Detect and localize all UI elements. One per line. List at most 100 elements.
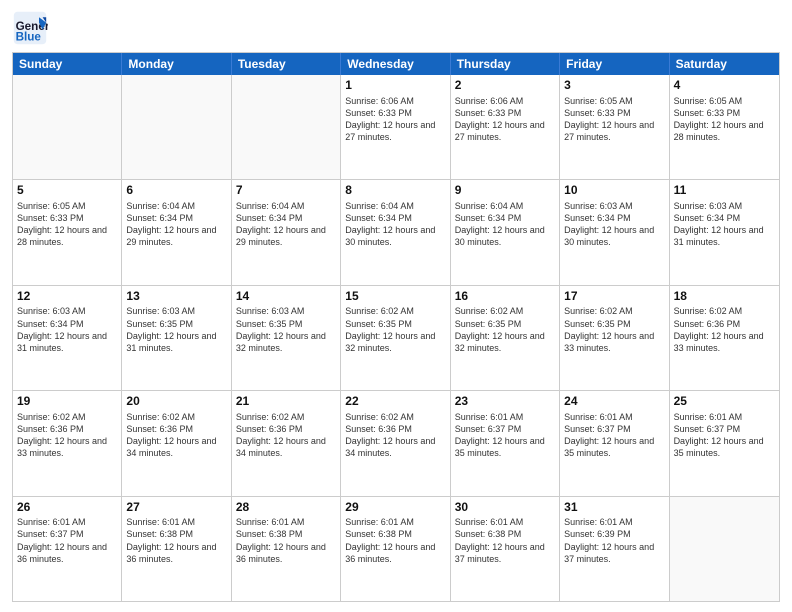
day-cell: 9Sunrise: 6:04 AM Sunset: 6:34 PM Daylig… [451,180,560,284]
week-row-2: 5Sunrise: 6:05 AM Sunset: 6:33 PM Daylig… [13,180,779,285]
day-number: 16 [455,289,555,305]
day-info: Sunrise: 6:02 AM Sunset: 6:36 PM Dayligh… [236,411,336,460]
day-number: 14 [236,289,336,305]
day-cell [13,75,122,179]
day-cell: 7Sunrise: 6:04 AM Sunset: 6:34 PM Daylig… [232,180,341,284]
day-number: 31 [564,500,664,516]
day-number: 19 [17,394,117,410]
day-number: 29 [345,500,445,516]
day-number: 21 [236,394,336,410]
day-number: 4 [674,78,775,94]
day-info: Sunrise: 6:01 AM Sunset: 6:38 PM Dayligh… [455,516,555,565]
day-info: Sunrise: 6:02 AM Sunset: 6:35 PM Dayligh… [345,305,445,354]
day-cell: 15Sunrise: 6:02 AM Sunset: 6:35 PM Dayli… [341,286,450,390]
day-cell: 2Sunrise: 6:06 AM Sunset: 6:33 PM Daylig… [451,75,560,179]
page-header: General Blue [12,10,780,46]
day-header-monday: Monday [122,53,231,75]
day-info: Sunrise: 6:03 AM Sunset: 6:34 PM Dayligh… [674,200,775,249]
svg-text:Blue: Blue [16,31,42,44]
day-number: 17 [564,289,664,305]
day-cell: 3Sunrise: 6:05 AM Sunset: 6:33 PM Daylig… [560,75,669,179]
day-cell: 20Sunrise: 6:02 AM Sunset: 6:36 PM Dayli… [122,391,231,495]
day-cell: 18Sunrise: 6:02 AM Sunset: 6:36 PM Dayli… [670,286,779,390]
day-number: 25 [674,394,775,410]
day-number: 24 [564,394,664,410]
day-cell: 31Sunrise: 6:01 AM Sunset: 6:39 PM Dayli… [560,497,669,601]
day-number: 7 [236,183,336,199]
day-info: Sunrise: 6:04 AM Sunset: 6:34 PM Dayligh… [236,200,336,249]
day-cell [122,75,231,179]
day-number: 12 [17,289,117,305]
logo: General Blue [12,10,48,46]
day-info: Sunrise: 6:01 AM Sunset: 6:37 PM Dayligh… [455,411,555,460]
day-header-sunday: Sunday [13,53,122,75]
day-cell: 1Sunrise: 6:06 AM Sunset: 6:33 PM Daylig… [341,75,450,179]
day-cell: 22Sunrise: 6:02 AM Sunset: 6:36 PM Dayli… [341,391,450,495]
day-cell: 26Sunrise: 6:01 AM Sunset: 6:37 PM Dayli… [13,497,122,601]
day-cell: 17Sunrise: 6:02 AM Sunset: 6:35 PM Dayli… [560,286,669,390]
day-number: 26 [17,500,117,516]
day-cell: 19Sunrise: 6:02 AM Sunset: 6:36 PM Dayli… [13,391,122,495]
day-cell: 6Sunrise: 6:04 AM Sunset: 6:34 PM Daylig… [122,180,231,284]
calendar: SundayMondayTuesdayWednesdayThursdayFrid… [12,52,780,602]
day-number: 11 [674,183,775,199]
day-cell: 23Sunrise: 6:01 AM Sunset: 6:37 PM Dayli… [451,391,560,495]
day-header-saturday: Saturday [670,53,779,75]
day-header-friday: Friday [560,53,669,75]
day-number: 15 [345,289,445,305]
day-info: Sunrise: 6:04 AM Sunset: 6:34 PM Dayligh… [126,200,226,249]
weeks: 1Sunrise: 6:06 AM Sunset: 6:33 PM Daylig… [13,75,779,601]
day-info: Sunrise: 6:01 AM Sunset: 6:38 PM Dayligh… [236,516,336,565]
day-info: Sunrise: 6:05 AM Sunset: 6:33 PM Dayligh… [564,95,664,144]
day-info: Sunrise: 6:01 AM Sunset: 6:37 PM Dayligh… [674,411,775,460]
day-cell: 21Sunrise: 6:02 AM Sunset: 6:36 PM Dayli… [232,391,341,495]
day-header-tuesday: Tuesday [232,53,341,75]
day-info: Sunrise: 6:04 AM Sunset: 6:34 PM Dayligh… [455,200,555,249]
day-cell [670,497,779,601]
day-info: Sunrise: 6:03 AM Sunset: 6:35 PM Dayligh… [126,305,226,354]
day-number: 22 [345,394,445,410]
day-cell: 27Sunrise: 6:01 AM Sunset: 6:38 PM Dayli… [122,497,231,601]
day-cell: 11Sunrise: 6:03 AM Sunset: 6:34 PM Dayli… [670,180,779,284]
week-row-1: 1Sunrise: 6:06 AM Sunset: 6:33 PM Daylig… [13,75,779,180]
day-cell: 30Sunrise: 6:01 AM Sunset: 6:38 PM Dayli… [451,497,560,601]
day-number: 1 [345,78,445,94]
day-info: Sunrise: 6:01 AM Sunset: 6:38 PM Dayligh… [345,516,445,565]
day-info: Sunrise: 6:01 AM Sunset: 6:37 PM Dayligh… [17,516,117,565]
week-row-3: 12Sunrise: 6:03 AM Sunset: 6:34 PM Dayli… [13,286,779,391]
day-cell: 12Sunrise: 6:03 AM Sunset: 6:34 PM Dayli… [13,286,122,390]
day-info: Sunrise: 6:06 AM Sunset: 6:33 PM Dayligh… [345,95,445,144]
day-info: Sunrise: 6:04 AM Sunset: 6:34 PM Dayligh… [345,200,445,249]
day-number: 23 [455,394,555,410]
day-info: Sunrise: 6:03 AM Sunset: 6:34 PM Dayligh… [17,305,117,354]
day-cell: 4Sunrise: 6:05 AM Sunset: 6:33 PM Daylig… [670,75,779,179]
day-header-thursday: Thursday [451,53,560,75]
day-number: 20 [126,394,226,410]
day-info: Sunrise: 6:06 AM Sunset: 6:33 PM Dayligh… [455,95,555,144]
day-info: Sunrise: 6:05 AM Sunset: 6:33 PM Dayligh… [674,95,775,144]
day-number: 2 [455,78,555,94]
day-info: Sunrise: 6:05 AM Sunset: 6:33 PM Dayligh… [17,200,117,249]
day-cell: 29Sunrise: 6:01 AM Sunset: 6:38 PM Dayli… [341,497,450,601]
day-cell: 10Sunrise: 6:03 AM Sunset: 6:34 PM Dayli… [560,180,669,284]
day-info: Sunrise: 6:01 AM Sunset: 6:37 PM Dayligh… [564,411,664,460]
day-header-wednesday: Wednesday [341,53,450,75]
day-cell: 13Sunrise: 6:03 AM Sunset: 6:35 PM Dayli… [122,286,231,390]
day-info: Sunrise: 6:01 AM Sunset: 6:38 PM Dayligh… [126,516,226,565]
day-cell: 28Sunrise: 6:01 AM Sunset: 6:38 PM Dayli… [232,497,341,601]
day-number: 13 [126,289,226,305]
day-info: Sunrise: 6:02 AM Sunset: 6:36 PM Dayligh… [674,305,775,354]
day-cell [232,75,341,179]
day-number: 30 [455,500,555,516]
day-info: Sunrise: 6:02 AM Sunset: 6:36 PM Dayligh… [126,411,226,460]
day-number: 8 [345,183,445,199]
day-number: 6 [126,183,226,199]
day-cell: 5Sunrise: 6:05 AM Sunset: 6:33 PM Daylig… [13,180,122,284]
day-cell: 25Sunrise: 6:01 AM Sunset: 6:37 PM Dayli… [670,391,779,495]
day-number: 5 [17,183,117,199]
day-headers: SundayMondayTuesdayWednesdayThursdayFrid… [13,53,779,75]
day-number: 28 [236,500,336,516]
day-info: Sunrise: 6:02 AM Sunset: 6:36 PM Dayligh… [17,411,117,460]
day-cell: 16Sunrise: 6:02 AM Sunset: 6:35 PM Dayli… [451,286,560,390]
day-info: Sunrise: 6:03 AM Sunset: 6:34 PM Dayligh… [564,200,664,249]
